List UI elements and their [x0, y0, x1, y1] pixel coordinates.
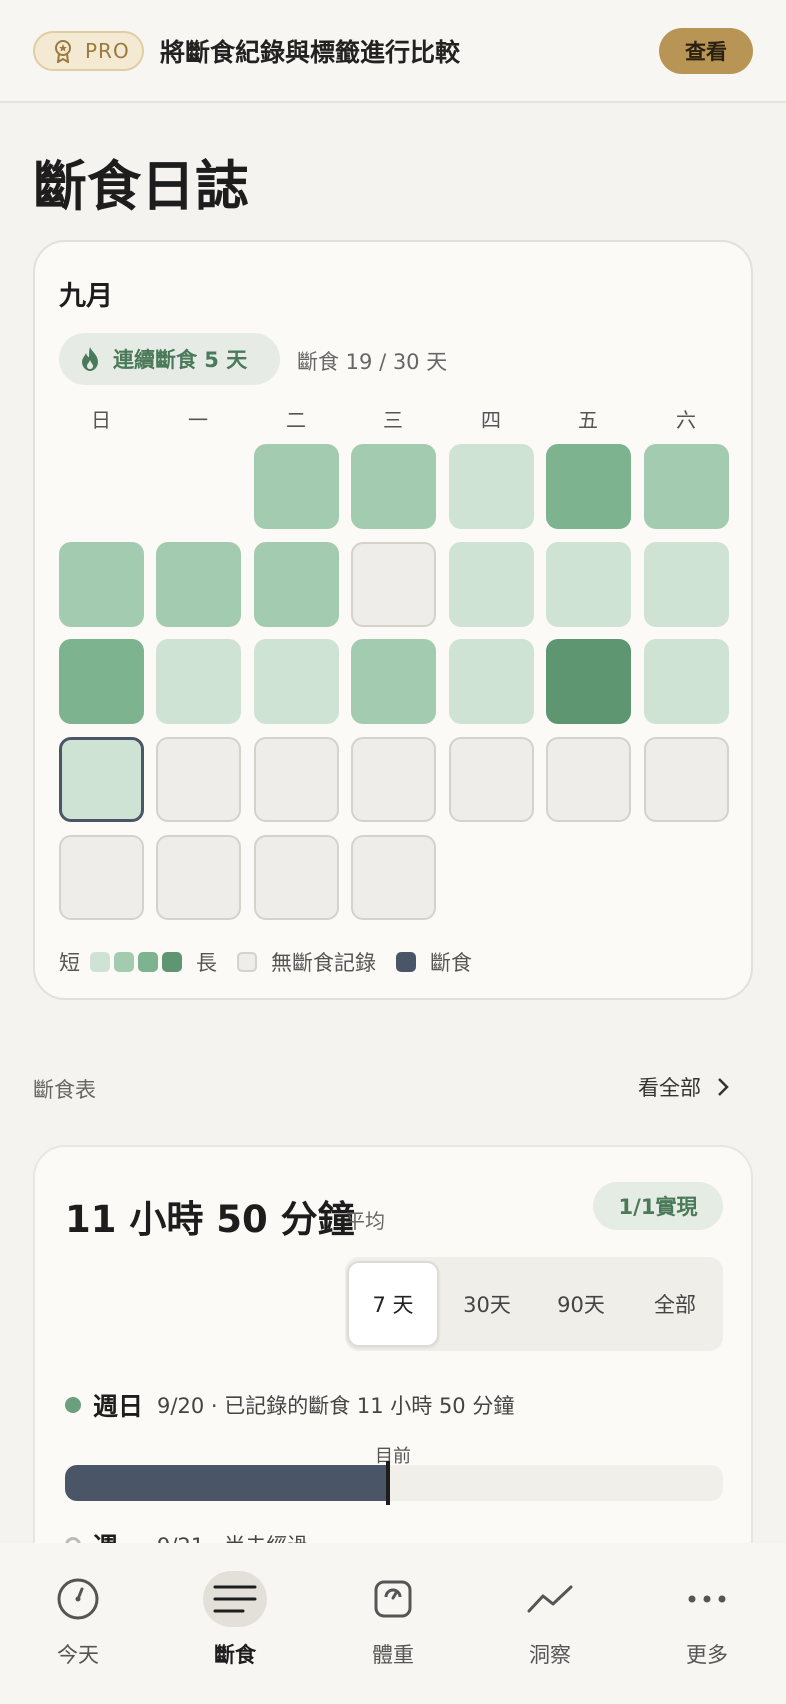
- nav-label: 更多: [686, 1643, 728, 1667]
- fast-count: 斷食 19 / 30 天: [297, 350, 448, 374]
- legend-swatch-4: [162, 952, 182, 972]
- calendar-day-cell[interactable]: [59, 835, 144, 920]
- clock-icon: [46, 1571, 110, 1627]
- weekday-label: 一: [188, 408, 208, 432]
- page-title: 斷食日誌: [33, 155, 249, 218]
- see-all-link[interactable]: 看全部: [638, 1072, 729, 1102]
- trend-line-icon: [518, 1571, 582, 1627]
- month-label: 九月: [59, 281, 113, 312]
- recorded-dot: [65, 1397, 81, 1413]
- pro-label: PRO: [85, 39, 130, 63]
- streak-badge: 連續斷食 5 天: [59, 333, 280, 385]
- calendar-day-cell[interactable]: [546, 542, 631, 627]
- calendar-day-cell[interactable]: [546, 444, 631, 529]
- nav-fasting[interactable]: 斷食: [175, 1571, 295, 1669]
- day-detail: 9/20 · 已記錄的斷食 11 小時 50 分鐘: [157, 1394, 515, 1418]
- legend-fasting: 斷食: [430, 951, 472, 975]
- chevron-right-icon: [718, 1078, 729, 1096]
- calendar-day-cell[interactable]: [644, 737, 729, 822]
- nav-weight[interactable]: 體重: [333, 1571, 453, 1669]
- calendar-day-cell[interactable]: [546, 737, 631, 822]
- award-icon: [55, 40, 71, 63]
- pro-badge: PRO: [33, 31, 144, 71]
- average-duration: 11 小時 50 分鐘: [65, 1198, 355, 1241]
- fast-table-label: 斷食表: [33, 1078, 96, 1102]
- legend-swatch-2: [114, 952, 134, 972]
- nav-label: 斷食: [214, 1643, 256, 1667]
- weekday-label: 二: [286, 408, 306, 432]
- streak-text: 連續斷食 5 天: [113, 348, 248, 372]
- calendar-day-cell[interactable]: [156, 542, 241, 627]
- menu-lines-icon: [203, 1571, 267, 1627]
- day-row-sunday: 週日 9/20 · 已記錄的斷食 11 小時 50 分鐘: [65, 1387, 514, 1423]
- see-all-label: 看全部: [638, 1076, 701, 1100]
- flame-icon: [82, 347, 98, 371]
- nav-label: 洞察: [529, 1643, 571, 1667]
- calendar-legend: 短 長 無斷食記錄 斷食: [59, 947, 472, 977]
- nav-label: 體重: [372, 1643, 414, 1667]
- range-30-days[interactable]: 30天: [441, 1261, 533, 1347]
- nav-insights[interactable]: 洞察: [490, 1571, 610, 1669]
- calendar-day-cell[interactable]: [351, 835, 436, 920]
- range-7-days[interactable]: 7 天: [347, 1261, 439, 1347]
- calendar-day-cell[interactable]: [59, 639, 144, 724]
- fast-progress-fill: [65, 1465, 388, 1501]
- fasting-calendar-card: 九月 連續斷食 5 天 斷食 19 / 30 天 日 一 二 三 四 五 六 短 長 無斷食…: [33, 240, 753, 1000]
- calendar-day-cell[interactable]: [254, 737, 339, 822]
- legend-swatch-1: [90, 952, 110, 972]
- weekday-label: 六: [676, 408, 696, 432]
- legend-short: 短: [59, 951, 80, 975]
- calendar-day-cell[interactable]: [59, 542, 144, 627]
- calendar-day-cell[interactable]: [546, 639, 631, 724]
- calendar-day-cell[interactable]: [351, 542, 436, 627]
- calendar-day-cell[interactable]: [449, 737, 534, 822]
- weekday-label: 三: [383, 408, 403, 432]
- weekday-label: 五: [578, 408, 598, 432]
- achieved-badge: 1/1實現: [593, 1182, 723, 1230]
- calendar-day-cell[interactable]: [351, 639, 436, 724]
- legend-none: 無斷食記錄: [271, 951, 376, 975]
- calendar-day-cell[interactable]: [156, 737, 241, 822]
- range-90-days[interactable]: 90天: [535, 1261, 627, 1347]
- promo-text: 將斷食紀錄與標籤進行比較: [160, 38, 461, 67]
- legend-swatch-3: [138, 952, 158, 972]
- pro-promo-bar: PRO 將斷食紀錄與標籤進行比較 查看: [0, 0, 786, 103]
- nav-today[interactable]: 今天: [18, 1571, 138, 1669]
- calendar-day-cell[interactable]: [254, 835, 339, 920]
- nav-label: 今天: [57, 1643, 99, 1667]
- legend-swatch-fasting: [396, 952, 416, 972]
- calendar-day-cell[interactable]: [644, 444, 729, 529]
- day-name: 週日: [93, 1392, 144, 1421]
- average-unit: 平均: [345, 1209, 385, 1233]
- calendar-day-cell[interactable]: [254, 639, 339, 724]
- calendar-day-cell[interactable]: [156, 835, 241, 920]
- nav-more[interactable]: 更多: [647, 1571, 767, 1669]
- calendar-day-cell[interactable]: [351, 444, 436, 529]
- weekday-label: 四: [481, 408, 501, 432]
- calendar-day-cell[interactable]: [254, 444, 339, 529]
- calendar-day-cell[interactable]: [449, 542, 534, 627]
- more-dots-icon: [675, 1571, 739, 1627]
- calendar-day-cell[interactable]: [254, 542, 339, 627]
- calendar-day-cell[interactable]: [59, 737, 144, 822]
- calendar-day-cell[interactable]: [644, 639, 729, 724]
- calendar-day-cell[interactable]: [156, 639, 241, 724]
- legend-swatch-none: [237, 952, 257, 972]
- calendar-day-cell[interactable]: [449, 639, 534, 724]
- range-selector: 7 天 30天 90天 全部: [345, 1257, 723, 1351]
- scale-icon: [361, 1571, 425, 1627]
- legend-long: 長: [196, 951, 217, 975]
- calendar-day-cell[interactable]: [351, 737, 436, 822]
- range-all[interactable]: 全部: [629, 1261, 721, 1347]
- calendar-day-cell[interactable]: [644, 542, 729, 627]
- bottom-nav: 今天 斷食 體重 洞察 更多: [0, 1543, 786, 1704]
- view-button[interactable]: 查看: [659, 28, 753, 74]
- fast-progress-bar: [65, 1461, 723, 1505]
- weekday-label: 日: [91, 408, 111, 432]
- current-time-marker: [386, 1461, 391, 1505]
- calendar-day-cell[interactable]: [449, 444, 534, 529]
